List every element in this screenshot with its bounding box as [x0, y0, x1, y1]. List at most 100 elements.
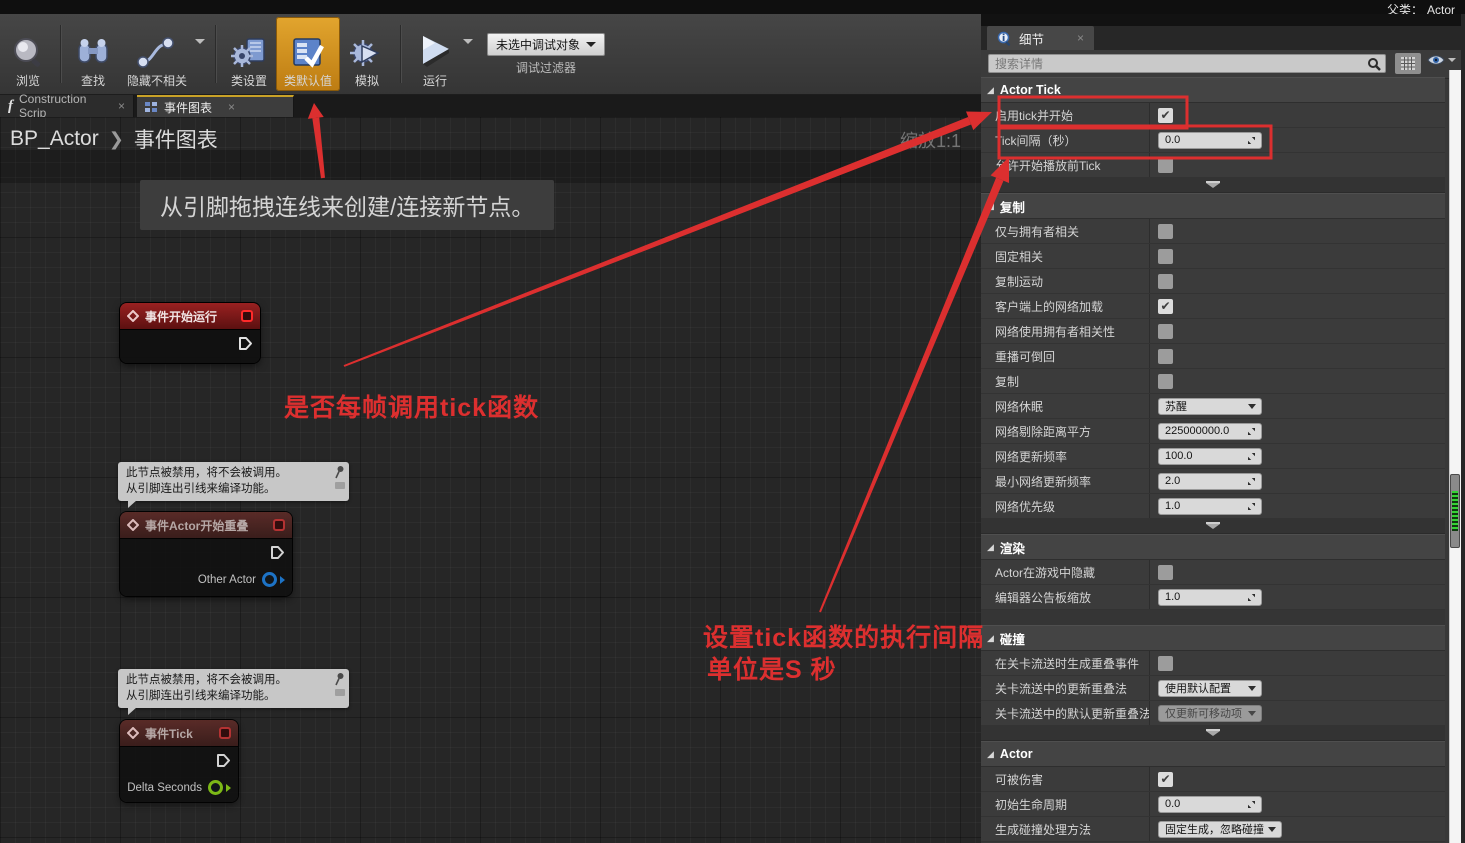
number-field[interactable]: 1.0: [1158, 498, 1262, 515]
dropdown[interactable]: 仅更新可移动项: [1158, 705, 1262, 722]
checkbox[interactable]: ✔: [1158, 772, 1173, 787]
checkbox[interactable]: ✔: [1158, 299, 1173, 314]
toolbar-item-label: 类设置: [231, 72, 267, 89]
close-icon[interactable]: ×: [118, 99, 125, 113]
eye-icon: [1427, 54, 1445, 66]
checkbox[interactable]: ✔: [1158, 108, 1173, 123]
data-pin[interactable]: [208, 780, 223, 795]
property-label: 网络更新频率: [981, 444, 1150, 468]
scrollbar-thumb[interactable]: [1450, 474, 1460, 548]
event-diamond-icon: [127, 519, 139, 531]
data-pin-arrow-icon: [226, 784, 231, 792]
checkbox[interactable]: [1158, 349, 1173, 364]
exec-pin[interactable]: [216, 753, 231, 768]
dropdown[interactable]: 苏醒: [1158, 398, 1262, 415]
property-matrix-button[interactable]: [1395, 53, 1421, 74]
data-pin[interactable]: [262, 572, 277, 587]
annotation-text: 是否每帧调用tick函数: [284, 388, 539, 424]
dropdown-value: 仅更新可移动项: [1165, 705, 1242, 721]
exec-pin[interactable]: [270, 545, 285, 560]
checkbox[interactable]: [1158, 249, 1173, 264]
grid-icon: [1401, 57, 1415, 70]
toolbar-item-label: 浏览: [16, 72, 40, 89]
class-defaults-button[interactable]: 类默认值: [276, 17, 340, 91]
node-header: 事件Tick: [120, 720, 238, 747]
property-value: [1150, 269, 1445, 293]
event-badge-icon: [241, 310, 253, 322]
number-field[interactable]: 225000000.0: [1158, 423, 1262, 440]
advanced-expander[interactable]: [981, 726, 1445, 741]
breadcrumb[interactable]: BP_Actor ❯ 事件图表: [10, 124, 218, 154]
pushpin-icon: [334, 465, 345, 479]
hide-unrelated-dropdown-caret-icon[interactable]: [195, 39, 205, 44]
section-header[interactable]: ◢Actor Tick: [981, 77, 1445, 103]
breadcrumb-current: 事件图表: [134, 124, 218, 154]
scrollbar-track[interactable]: [1449, 70, 1461, 843]
number-field[interactable]: 0.0: [1158, 132, 1262, 149]
view-options-button[interactable]: [1427, 54, 1456, 66]
tab-event-graph[interactable]: 事件图表 ×: [137, 95, 294, 117]
checkbox[interactable]: [1158, 224, 1173, 239]
class-settings-button[interactable]: 类设置: [222, 17, 276, 91]
property-value: 2.0: [1150, 469, 1445, 493]
checkbox[interactable]: [1158, 158, 1173, 173]
property-value: [1150, 651, 1445, 675]
checkbox[interactable]: [1158, 324, 1173, 339]
tab-details[interactable]: 细节 ×: [987, 26, 1094, 50]
close-icon[interactable]: ×: [1077, 31, 1084, 45]
play-button[interactable]: 运行: [407, 17, 463, 91]
property-value: 仅更新可移动项: [1150, 701, 1445, 725]
find-button[interactable]: 查找: [67, 17, 119, 91]
checkbox[interactable]: [1158, 274, 1173, 289]
browse-button[interactable]: 浏览: [2, 17, 54, 91]
play-dropdown-caret-icon[interactable]: [463, 39, 473, 44]
search-input[interactable]: [989, 55, 1385, 72]
number-value: 2.0: [1165, 475, 1180, 487]
debug-object-label: 未选中调试对象: [496, 36, 580, 53]
close-icon[interactable]: ×: [228, 100, 235, 114]
property-row: 网络休眠苏醒: [981, 394, 1445, 419]
property-value: [1150, 319, 1445, 343]
hide-unrelated-button[interactable]: 隐藏不相关: [119, 17, 195, 91]
blueprint-node[interactable]: 事件Actor开始重叠Other Actor: [120, 512, 292, 596]
section-header[interactable]: ◢碰撞: [981, 625, 1445, 651]
spinner-icon: [1247, 477, 1256, 486]
collapse-arrow-icon: ◢: [987, 749, 994, 760]
checkbox[interactable]: [1158, 374, 1173, 389]
node-header: 事件开始运行: [120, 303, 260, 330]
section-header[interactable]: ◢渲染: [981, 534, 1445, 560]
document-check-icon: [289, 36, 327, 70]
debug-filter-group: 未选中调试对象 调试过滤器: [487, 33, 605, 76]
property-label: 生成碰撞处理方法: [981, 817, 1150, 841]
node-disabled-tooltip: 此节点被禁用，将不会被调用。从引脚连出引线来编译功能。: [118, 669, 349, 708]
number-field[interactable]: 0.0: [1158, 796, 1262, 813]
dropdown[interactable]: 使用默认配置: [1158, 680, 1262, 697]
property-label: 重播可倒回: [981, 344, 1150, 368]
spline-nodes-icon: [135, 36, 179, 70]
tab-construction-script[interactable]: f Construction Scrip ×: [0, 95, 134, 117]
pin-row: [120, 539, 292, 566]
play-icon: [415, 34, 455, 70]
section-header[interactable]: ◢复制: [981, 193, 1445, 219]
simulate-button[interactable]: 模拟: [340, 17, 394, 91]
advanced-expander[interactable]: [981, 178, 1445, 193]
number-value: 1.0: [1165, 500, 1180, 512]
number-field[interactable]: 100.0: [1158, 448, 1262, 465]
section-header[interactable]: ◢Actor: [981, 741, 1445, 767]
property-row: Tick间隔（秒）0.0: [981, 128, 1445, 153]
property-value: ✔: [1150, 294, 1445, 318]
blueprint-node[interactable]: 事件开始运行: [120, 303, 260, 363]
property-row: 在关卡流送时生成重叠事件: [981, 651, 1445, 676]
exec-pin[interactable]: [238, 336, 253, 351]
number-field[interactable]: 2.0: [1158, 473, 1262, 490]
checkbox[interactable]: [1158, 656, 1173, 671]
chevron-down-icon: [1206, 731, 1220, 736]
breadcrumb-root[interactable]: BP_Actor: [10, 127, 99, 151]
advanced-expander[interactable]: [981, 519, 1445, 534]
blueprint-node[interactable]: 事件TickDelta Seconds: [120, 720, 238, 802]
number-field[interactable]: 1.0: [1158, 589, 1262, 606]
property-row: 重播可倒回: [981, 344, 1445, 369]
debug-object-dropdown[interactable]: 未选中调试对象: [487, 33, 605, 56]
checkbox[interactable]: [1158, 565, 1173, 580]
dropdown[interactable]: 固定生成，忽略碰撞: [1158, 821, 1282, 838]
